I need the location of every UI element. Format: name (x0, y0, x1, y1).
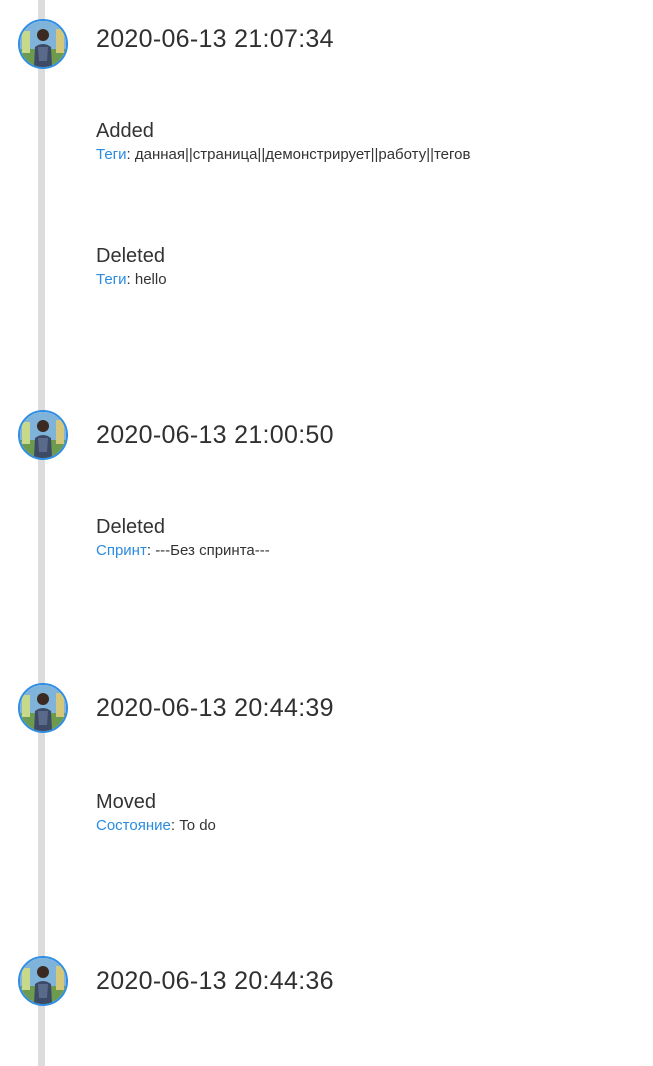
timeline-line (38, 0, 45, 1066)
entry-timestamp: 2020-06-13 21:00:50 (96, 421, 334, 449)
change-detail: Состояние: To do (96, 816, 216, 836)
user-avatar-icon[interactable] (18, 956, 68, 1006)
change-item: Added Теги: данная||страница||демонстрир… (96, 119, 470, 165)
change-detail: Теги: hello (96, 270, 167, 290)
change-item: Moved Состояние: To do (96, 790, 216, 836)
change-item: Deleted Теги: hello (96, 244, 167, 290)
change-field-name: Теги (96, 146, 127, 163)
change-action: Deleted (96, 516, 165, 538)
entry-timestamp: 2020-06-13 21:07:34 (96, 25, 334, 53)
change-value: hello (134, 271, 167, 288)
entry-timestamp: 2020-06-13 20:44:36 (96, 967, 334, 995)
change-detail: Теги: данная||страница||демонстрирует||р… (96, 145, 470, 165)
field-separator: : (126, 271, 135, 288)
change-action: Added (96, 120, 154, 142)
change-value: данная||страница||демонстрирует||работу|… (134, 146, 471, 163)
user-avatar-icon[interactable] (18, 683, 68, 733)
field-separator: : (126, 146, 135, 163)
entry-timestamp: 2020-06-13 20:44:39 (96, 694, 334, 722)
change-field-name: Теги (96, 271, 127, 288)
change-item: Deleted Спринт: ---Без спринта--- (96, 515, 270, 561)
field-separator: : (146, 542, 156, 559)
change-value: To do (179, 817, 216, 834)
user-avatar-icon[interactable] (18, 410, 68, 460)
change-value: ---Без спринта--- (155, 542, 270, 559)
change-field-name: Состояние (96, 817, 171, 834)
change-action: Deleted (96, 245, 165, 267)
user-avatar-icon[interactable] (18, 19, 68, 69)
change-field-name: Спринт (96, 542, 147, 559)
field-separator: : (170, 817, 180, 834)
change-action: Moved (96, 791, 157, 813)
change-detail: Спринт: ---Без спринта--- (96, 541, 270, 561)
